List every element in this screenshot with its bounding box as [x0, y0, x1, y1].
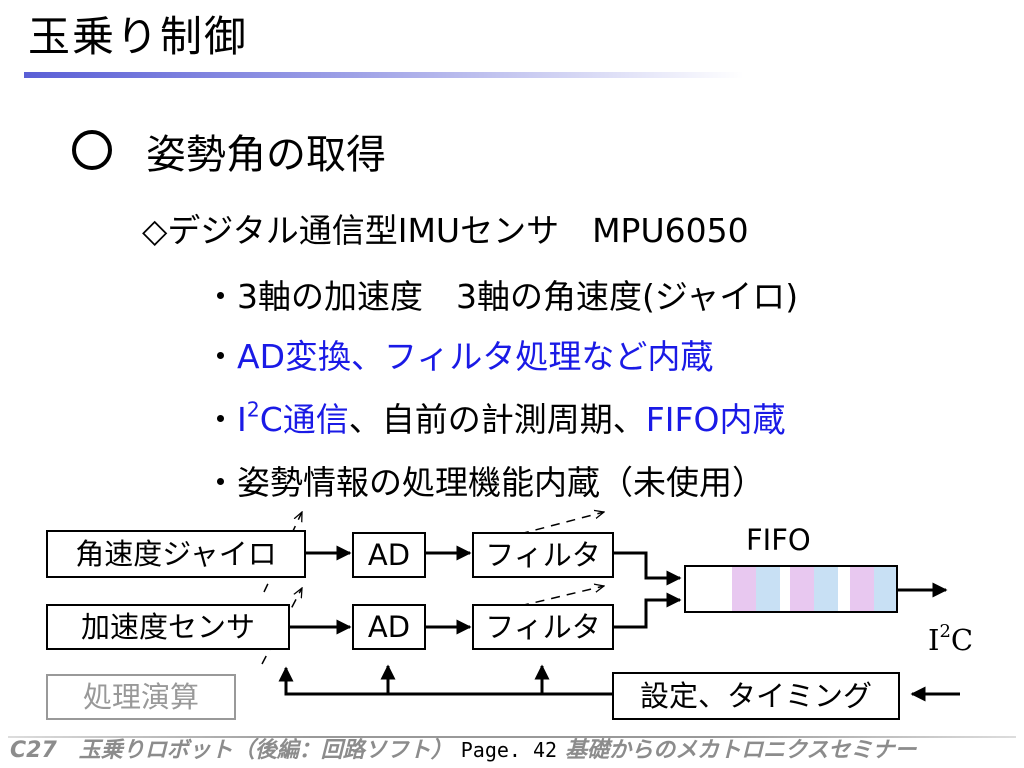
filter-block-accel-label: フィルタ	[485, 609, 601, 644]
i2c-label: I2C	[928, 623, 974, 657]
filter-block-accel: フィルタ	[472, 604, 614, 650]
footer-seminar-title: 基礎からのメカトロニクスセミナー	[565, 738, 917, 763]
block-diagram-connectors	[261, 0, 960, 702]
accel-block: 加速度センサ	[46, 604, 290, 650]
i2c-label-c: C	[950, 623, 974, 657]
fifo-label: FIFO	[746, 523, 811, 557]
slide-footer: C27 玉乗りロボット（後編：回路ソフト） Page. 42 基礎からのメカトロニク…	[10, 740, 916, 762]
gyro-block: 角速度ジャイロ	[46, 530, 306, 578]
fifo-cell	[756, 567, 780, 611]
ad-block-accel: AD	[352, 604, 426, 650]
gyro-block-label: 角速度ジャイロ	[75, 536, 277, 571]
filter-block-gyro-label: フィルタ	[485, 537, 601, 572]
settings-timing-block: 設定、タイミング	[612, 672, 900, 720]
fifo-cell	[850, 567, 874, 611]
arrow-filter-bottom-to-fifo	[614, 592, 682, 629]
accel-block-label: 加速度センサ	[80, 609, 255, 644]
fifo-cell	[732, 567, 756, 611]
settings-timing-label: 設定、タイミング	[639, 678, 872, 713]
ad-block-gyro-label: AD	[367, 537, 411, 572]
footer-page-number: Page. 42	[460, 738, 558, 762]
filter-block-gyro: フィルタ	[472, 532, 614, 578]
processing-block: 処理演算	[46, 674, 236, 720]
arrow-filter-top-to-fifo	[614, 551, 682, 586]
fifo-cell	[790, 567, 814, 611]
settings-feedback-line	[284, 672, 612, 696]
ad-block-accel-label: AD	[367, 609, 411, 644]
i2c-label-i: I	[928, 623, 940, 657]
ad-block-gyro: AD	[352, 532, 426, 578]
dashed-arrow-filter-top	[519, 512, 604, 535]
fifo-cell	[874, 567, 896, 611]
i2c-label-superscript: 2	[939, 621, 951, 643]
processing-label: 処理演算	[82, 679, 199, 714]
fifo-cell	[814, 567, 838, 611]
footer-course-title: C27 玉乗りロボット（後編：回路ソフト）	[10, 738, 453, 763]
dashed-arrow-filter-bottom	[519, 586, 604, 607]
fifo-buffer	[684, 565, 898, 613]
